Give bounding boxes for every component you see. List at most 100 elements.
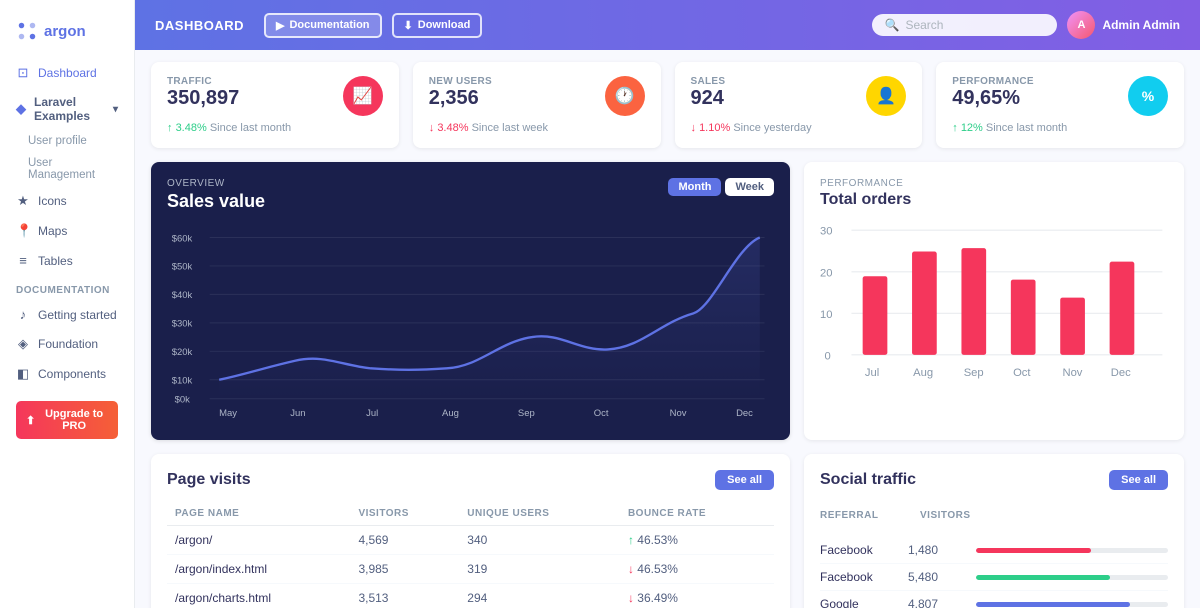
avatar: A bbox=[1067, 11, 1095, 39]
svg-text:30: 30 bbox=[820, 226, 832, 238]
social-traffic-see-all[interactable]: See all bbox=[1109, 470, 1168, 490]
doc-section-label: DOCUMENTATION bbox=[0, 275, 134, 300]
page-visits-header: Page visits See all bbox=[167, 470, 774, 490]
stat-value-perf: 49,65% bbox=[952, 87, 1034, 110]
download-button[interactable]: ⬇ Download bbox=[392, 13, 483, 38]
table-row: /argon/index.html 3,985 319 ↓ 46.53% bbox=[167, 555, 774, 584]
bottom-row: Page visits See all PAGE NAME VISITORS U… bbox=[151, 454, 1184, 608]
stats-row: TRAFFIC 350,897 📈 ↑ 3.48% Since last mon… bbox=[151, 62, 1184, 148]
cell-bounce: ↑ 46.53% bbox=[620, 526, 774, 555]
main-area: DASHBOARD ▶ Documentation ⬇ Download 🔍 A… bbox=[135, 0, 1200, 608]
sidebar-item-components[interactable]: ◧ Components bbox=[0, 359, 134, 389]
download-label: Download bbox=[418, 19, 471, 31]
social-visitors-count: 5,480 bbox=[908, 570, 968, 584]
svg-text:$0k: $0k bbox=[175, 395, 191, 406]
svg-text:Dec: Dec bbox=[736, 408, 753, 418]
social-name: Facebook bbox=[820, 543, 900, 557]
cell-unique: 319 bbox=[459, 555, 620, 584]
svg-text:$20k: $20k bbox=[172, 347, 193, 358]
social-traffic-card: Social traffic See all REFERRAL VISITORS… bbox=[804, 454, 1184, 608]
maps-icon: 📍 bbox=[16, 223, 30, 239]
col-visitors: VISITORS bbox=[350, 502, 459, 526]
components-icon: ◧ bbox=[16, 366, 30, 382]
cell-unique: 294 bbox=[459, 584, 620, 608]
stat-traffic: TRAFFIC 350,897 📈 ↑ 3.48% Since last mon… bbox=[151, 62, 399, 148]
page-visits-table: PAGE NAME VISITORS UNIQUE USERS BOUNCE R… bbox=[167, 502, 774, 608]
svg-text:Oct: Oct bbox=[1013, 367, 1031, 379]
traffic-icon: 📈 bbox=[343, 76, 383, 116]
users-icon: 🕐 bbox=[605, 76, 645, 116]
sales-chart-svg-wrap: $60k $50k $40k $30k $20k $10k $0k May Ju… bbox=[167, 228, 774, 421]
logo-text: argon bbox=[44, 23, 86, 40]
sidebar-item-foundation[interactable]: ◈ Foundation bbox=[0, 329, 134, 359]
social-progress bbox=[976, 548, 1168, 553]
svg-text:Aug: Aug bbox=[442, 408, 459, 418]
sidebar-item-tables[interactable]: ≡ Tables bbox=[0, 246, 134, 275]
social-table-header: REFERRAL VISITORS bbox=[820, 502, 1168, 537]
stat-label-traffic: TRAFFIC bbox=[167, 76, 239, 87]
upgrade-button[interactable]: ⬆ Upgrade to PRO bbox=[16, 401, 118, 439]
social-traffic-header: Social traffic See all bbox=[820, 470, 1168, 490]
svg-text:$50k: $50k bbox=[172, 262, 193, 273]
sidebar-item-maps[interactable]: 📍 Maps bbox=[0, 216, 134, 246]
dashboard-icon: ⊡ bbox=[16, 65, 30, 81]
sidebar-sub-user-management[interactable]: User Management bbox=[0, 152, 134, 186]
social-rows: Facebook 1,480 Facebook 5,480 Google 4,8… bbox=[820, 537, 1168, 608]
stat-sales: SALES 924 👤 ↓ 1.10% Since yesterday bbox=[675, 62, 923, 148]
orders-chart-title: Total orders bbox=[820, 191, 1168, 209]
svg-text:10: 10 bbox=[820, 309, 832, 321]
cell-unique: 340 bbox=[459, 526, 620, 555]
col-visitors: VISITORS bbox=[920, 506, 980, 529]
svg-text:May: May bbox=[219, 408, 237, 418]
foundation-icon: ◈ bbox=[16, 336, 30, 352]
sales-icon: 👤 bbox=[866, 76, 906, 116]
cell-visitors: 3,513 bbox=[350, 584, 459, 608]
sidebar-logo: argon bbox=[0, 12, 134, 58]
social-name: Facebook bbox=[820, 570, 900, 584]
svg-text:$60k: $60k bbox=[172, 233, 193, 244]
social-progress bbox=[976, 575, 1168, 580]
toggle-month-button[interactable]: Month bbox=[668, 178, 721, 196]
sidebar-item-label: Foundation bbox=[38, 337, 98, 351]
search-input[interactable] bbox=[905, 18, 1045, 32]
charts-row: OVERVIEW Sales value Month Week bbox=[151, 162, 1184, 440]
stat-label-sales: SALES bbox=[691, 76, 726, 87]
list-item: Facebook 1,480 bbox=[820, 537, 1168, 564]
stat-value-sales: 924 bbox=[691, 87, 726, 110]
page-visits-see-all[interactable]: See all bbox=[715, 470, 774, 490]
stat-new-users: NEW USERS 2,356 🕐 ↓ 3.48% Since last wee… bbox=[413, 62, 661, 148]
svg-text:$10k: $10k bbox=[172, 376, 193, 387]
cell-page: /argon/charts.html bbox=[167, 584, 350, 608]
social-traffic-title: Social traffic bbox=[820, 471, 916, 489]
svg-text:$40k: $40k bbox=[172, 290, 193, 301]
sidebar-item-label: Maps bbox=[38, 224, 67, 238]
documentation-button[interactable]: ▶ Documentation bbox=[264, 13, 382, 38]
sidebar-item-label: Tables bbox=[38, 254, 73, 268]
sidebar-sub-user-profile[interactable]: User profile bbox=[0, 130, 134, 152]
sidebar-item-label: Icons bbox=[38, 194, 67, 208]
getting-started-icon: ♪ bbox=[16, 307, 30, 322]
stat-change-traffic: ↑ 3.48% Since last month bbox=[167, 122, 383, 134]
social-visitors-count: 4,807 bbox=[908, 597, 968, 608]
sidebar-item-dashboard[interactable]: ⊡ Dashboard bbox=[0, 58, 134, 88]
content: TRAFFIC 350,897 📈 ↑ 3.48% Since last mon… bbox=[135, 50, 1200, 608]
search-box[interactable]: 🔍 bbox=[872, 14, 1057, 36]
cell-bounce: ↓ 36.49% bbox=[620, 584, 774, 608]
stat-performance: PERFORMANCE 49,65% % ↑ 12% Since last mo… bbox=[936, 62, 1184, 148]
stat-change-perf: ↑ 12% Since last month bbox=[952, 122, 1168, 134]
table-row: /argon/ 4,569 340 ↑ 46.53% bbox=[167, 526, 774, 555]
perf-icon: % bbox=[1128, 76, 1168, 116]
user-info: A Admin Admin bbox=[1067, 11, 1180, 39]
sidebar-item-getting-started[interactable]: ♪ Getting started bbox=[0, 300, 134, 329]
upgrade-label: Upgrade to PRO bbox=[40, 408, 108, 432]
chevron-down-icon: ▾ bbox=[113, 104, 118, 115]
svg-text:Jun: Jun bbox=[290, 408, 305, 418]
toggle-week-button[interactable]: Week bbox=[725, 178, 774, 196]
header-title: DASHBOARD bbox=[155, 18, 244, 33]
svg-text:Sep: Sep bbox=[518, 408, 535, 418]
sidebar-item-icons[interactable]: ★ Icons bbox=[0, 186, 134, 216]
svg-text:Dec: Dec bbox=[1111, 367, 1131, 379]
sidebar-item-laravel[interactable]: ◆ Laravel Examples ▾ bbox=[0, 88, 134, 130]
cell-page: /argon/index.html bbox=[167, 555, 350, 584]
upgrade-icon: ⬆ bbox=[26, 414, 35, 427]
